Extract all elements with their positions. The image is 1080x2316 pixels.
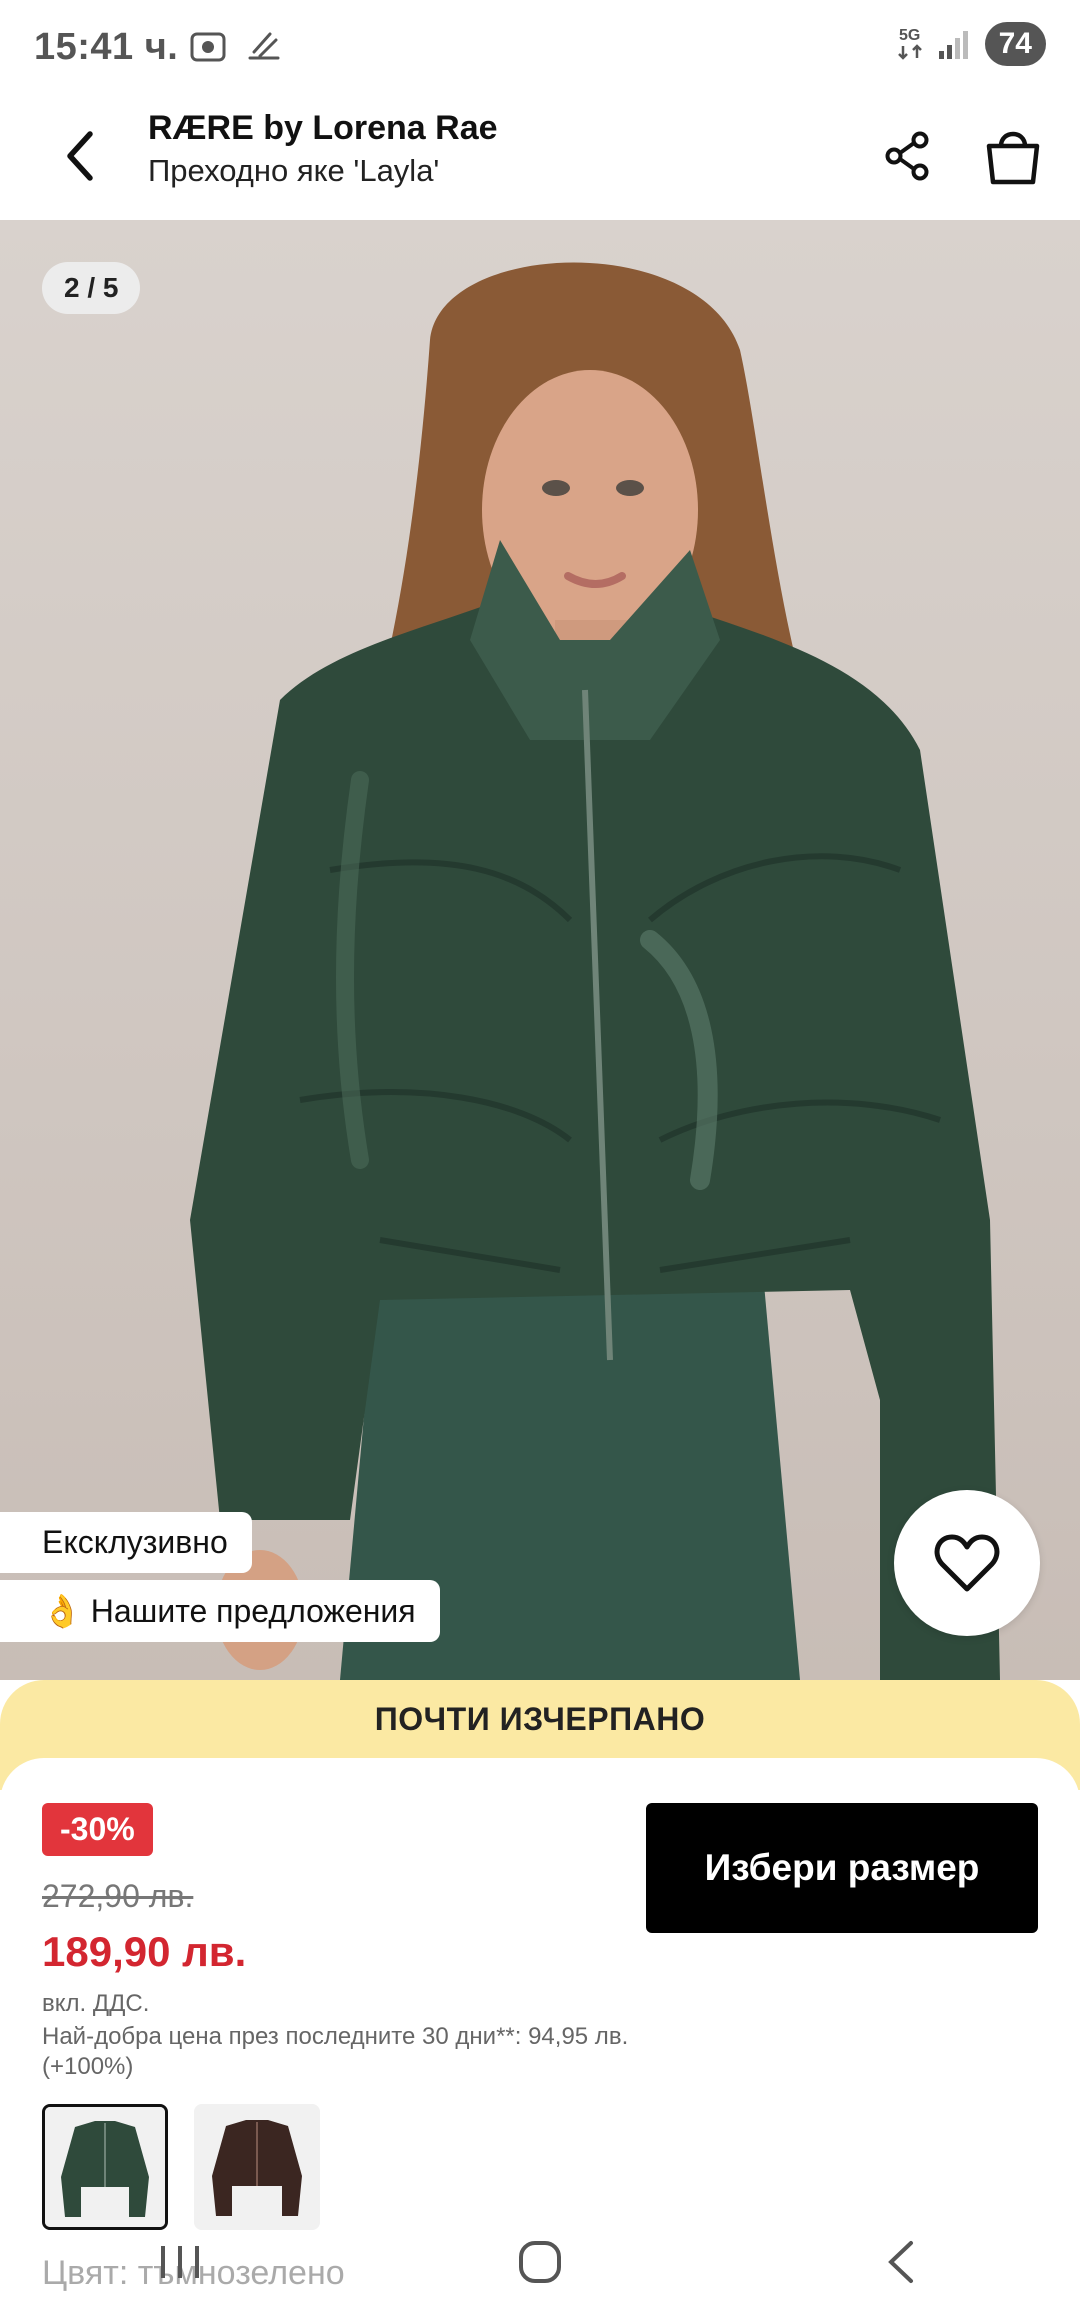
- choose-size-button[interactable]: Избери размер: [646, 1803, 1038, 1933]
- heart-icon: [934, 1534, 1000, 1592]
- chevron-left-icon: [67, 131, 93, 181]
- product-title: Преходно яке 'Layla': [148, 153, 440, 188]
- vat-note: вкл. ДДС.: [42, 1990, 150, 2017]
- current-price: 189,90 лв.: [42, 1928, 247, 1975]
- signal-icon: [938, 31, 968, 59]
- nav-back-button[interactable]: [840, 2222, 960, 2302]
- share-button[interactable]: [876, 120, 940, 192]
- exclusive-badge: Ексклузивно: [0, 1512, 252, 1573]
- status-icons-left: [188, 26, 284, 66]
- back-button[interactable]: [48, 120, 112, 192]
- home-button[interactable]: [480, 2222, 600, 2302]
- home-icon: [519, 2241, 561, 2283]
- recent-apps-button[interactable]: [120, 2222, 240, 2302]
- status-bar: 15:41 ч. 5G 74: [0, 0, 1080, 96]
- status-icons-right: 5G 74: [897, 22, 1046, 66]
- recent-apps-icon: [161, 2246, 199, 2278]
- discount-badge: -30%: [42, 1803, 153, 1856]
- system-navigation-bar: [0, 2208, 1080, 2316]
- product-image-gallery[interactable]: 2 / 5 Ексклузивно 👌 Нашите предложения: [0, 220, 1080, 1680]
- shopping-bag-icon: [986, 131, 1040, 185]
- speed-icon: [248, 32, 280, 60]
- image-counter: 2 / 5: [42, 262, 141, 314]
- network-type: 5G: [898, 27, 921, 44]
- product-photo: [190, 262, 1000, 1680]
- app-header: RÆRE by Lorena Rae Преходно яке 'Layla': [0, 96, 1080, 220]
- status-time: 15:41 ч.: [34, 26, 179, 68]
- title-block: RÆRE by Lorena Rae Преходно яке 'Layla': [148, 106, 498, 192]
- brand-name: RÆRE by Lorena Rae: [148, 109, 498, 147]
- favorite-button[interactable]: [894, 1490, 1040, 1636]
- network-icon: 5G: [897, 28, 923, 60]
- screenshot-icon: [190, 32, 226, 62]
- share-icon: [885, 131, 929, 181]
- shopping-bag-button[interactable]: [978, 116, 1048, 192]
- offers-badge: 👌 Нашите предложения: [0, 1580, 440, 1642]
- battery-indicator: 74: [984, 22, 1046, 66]
- almost-sold-out-label: ПОЧТИ ИЗЧЕРПАНО: [374, 1701, 706, 1737]
- back-arrow-icon: [888, 2241, 913, 2283]
- best-price-note: Най-добра цена през последните 30 дни**:…: [42, 2023, 629, 2080]
- old-price: 272,90 лв.: [42, 1878, 194, 1914]
